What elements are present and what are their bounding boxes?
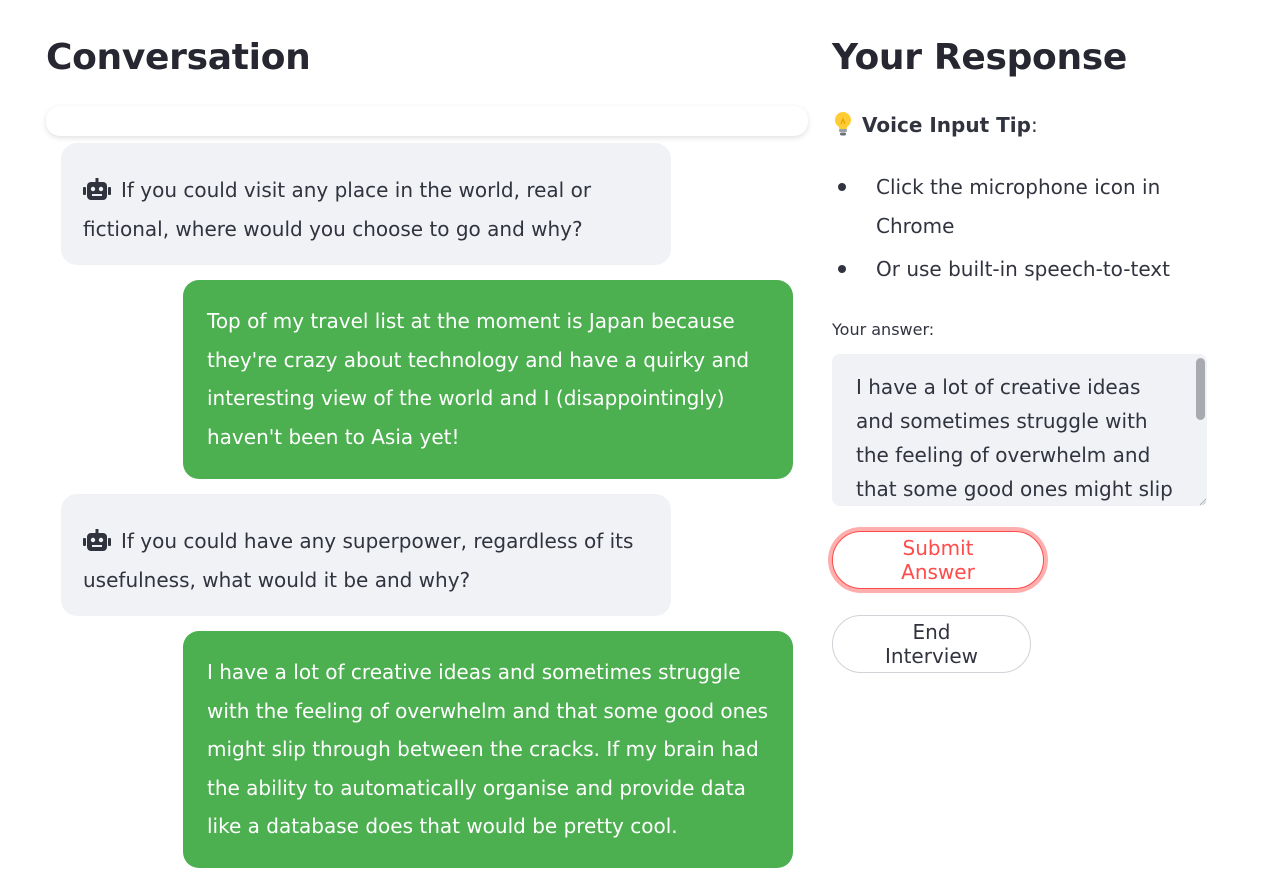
bot-message: If you could have any superpower, regard… xyxy=(61,494,671,616)
conversation-panel: Conversation If you could visit any plac… xyxy=(46,0,808,869)
user-message: I have a lot of creative ideas and somet… xyxy=(183,631,793,868)
answer-textarea-container[interactable] xyxy=(832,354,1207,506)
voice-input-tip-label: Voice Input Tip xyxy=(862,113,1031,137)
resize-handle-icon[interactable] xyxy=(1197,496,1207,506)
answer-textarea[interactable] xyxy=(832,354,1192,506)
robot-icon xyxy=(83,529,111,551)
robot-icon xyxy=(83,178,111,200)
user-message: Top of my travel list at the moment is J… xyxy=(183,280,793,479)
user-message-text: Top of my travel list at the moment is J… xyxy=(207,309,750,449)
answer-scrollbar-thumb[interactable] xyxy=(1196,358,1205,420)
tip-item-text: Or use built-in speech-to-text xyxy=(876,257,1170,281)
voice-input-tip: Voice Input Tip: xyxy=(832,108,1038,142)
submit-answer-button[interactable]: Submit Answer xyxy=(832,531,1044,589)
tip-item-text: Click the microphone icon in Chrome xyxy=(876,175,1161,238)
bot-message-text: If you could visit any place in the worl… xyxy=(83,178,592,241)
answer-scrollbar[interactable] xyxy=(1196,358,1205,502)
response-title: Your Response xyxy=(832,37,1128,78)
conversation-title: Conversation xyxy=(46,37,311,78)
tip-list: Click the microphone icon in Chrome Or u… xyxy=(832,168,1202,293)
tip-item: Click the microphone icon in Chrome xyxy=(832,168,1202,246)
voice-input-tip-suffix: : xyxy=(1030,113,1038,137)
bullet-icon xyxy=(838,265,846,273)
bot-message: If you could visit any place in the worl… xyxy=(61,143,671,265)
bot-message-text: If you could have any superpower, regard… xyxy=(83,529,634,592)
bullet-icon xyxy=(838,183,846,191)
chat-container-top-edge xyxy=(46,106,808,136)
lightbulb-icon xyxy=(835,112,851,136)
end-interview-button[interactable]: End Interview xyxy=(832,615,1031,673)
answer-label: Your answer: xyxy=(832,320,935,339)
response-panel: Your Response Voice Input Tip: Click the… xyxy=(832,0,1232,869)
user-message-text: I have a lot of creative ideas and somet… xyxy=(207,660,769,838)
tip-item: Or use built-in speech-to-text xyxy=(832,250,1202,289)
